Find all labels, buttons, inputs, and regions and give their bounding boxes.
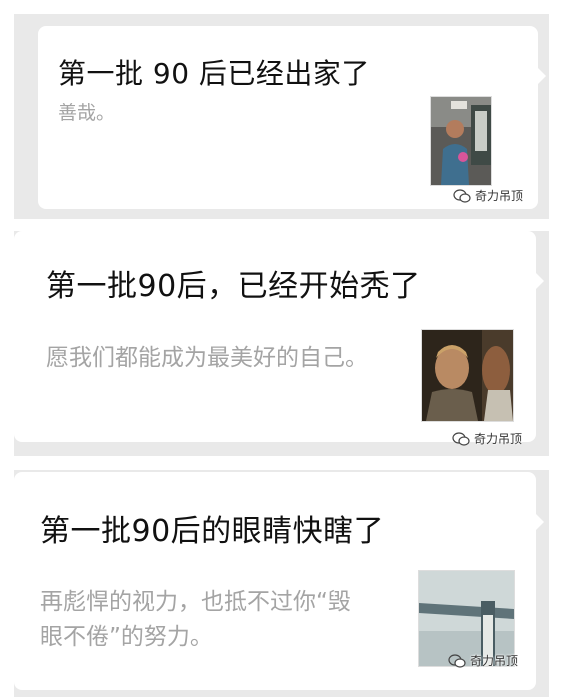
article-thumbnail[interactable] xyxy=(430,96,492,186)
article-thumbnail[interactable] xyxy=(421,329,514,422)
article-title[interactable]: 第一批90后，已经开始秃了 xyxy=(46,261,421,305)
article-card-1[interactable]: 第一批 90 后已经出家了 善哉。 奇力吊顶 xyxy=(38,26,546,209)
article-card-3[interactable]: 第一批90后的眼睛快瞎了 再彪悍的视力，也抵不过你“毁眼不倦”的努力。 奇力吊顶 xyxy=(14,472,544,690)
watermark: 奇力吊顶 xyxy=(452,430,522,447)
article-summary: 再彪悍的视力，也抵不过你“毁眼不倦”的努力。 xyxy=(40,589,351,650)
watermark: 奇力吊顶 xyxy=(453,187,523,204)
article-panel-1: 第一批 90 后已经出家了 善哉。 奇力吊顶 xyxy=(14,14,549,219)
watermark-text: 奇力吊顶 xyxy=(470,654,519,668)
wechat-icon xyxy=(453,188,471,203)
article-title[interactable]: 第一批 90 后已经出家了 xyxy=(58,52,370,92)
article-panel-3: 第一批90后的眼睛快瞎了 再彪悍的视力，也抵不过你“毁眼不倦”的努力。 奇力吊顶 xyxy=(14,470,549,697)
wechat-icon xyxy=(448,653,466,668)
watermark-text: 奇力吊顶 xyxy=(474,432,523,446)
article-panel-2: 第一批90后，已经开始秃了 愿我们都能成为最美好的自己。 奇力吊顶 xyxy=(14,231,549,456)
article-card-2[interactable]: 第一批90后，已经开始秃了 愿我们都能成为最美好的自己。 奇力吊顶 xyxy=(14,231,544,446)
article-title[interactable]: 第一批90后的眼睛快瞎了 xyxy=(40,506,384,550)
watermark-text: 奇力吊顶 xyxy=(475,189,524,203)
article-summary: 愿我们都能成为最美好的自己。 xyxy=(46,345,368,371)
wechat-icon xyxy=(452,431,470,446)
watermark: 奇力吊顶 xyxy=(448,652,518,669)
article-summary: 善哉。 xyxy=(58,102,116,124)
